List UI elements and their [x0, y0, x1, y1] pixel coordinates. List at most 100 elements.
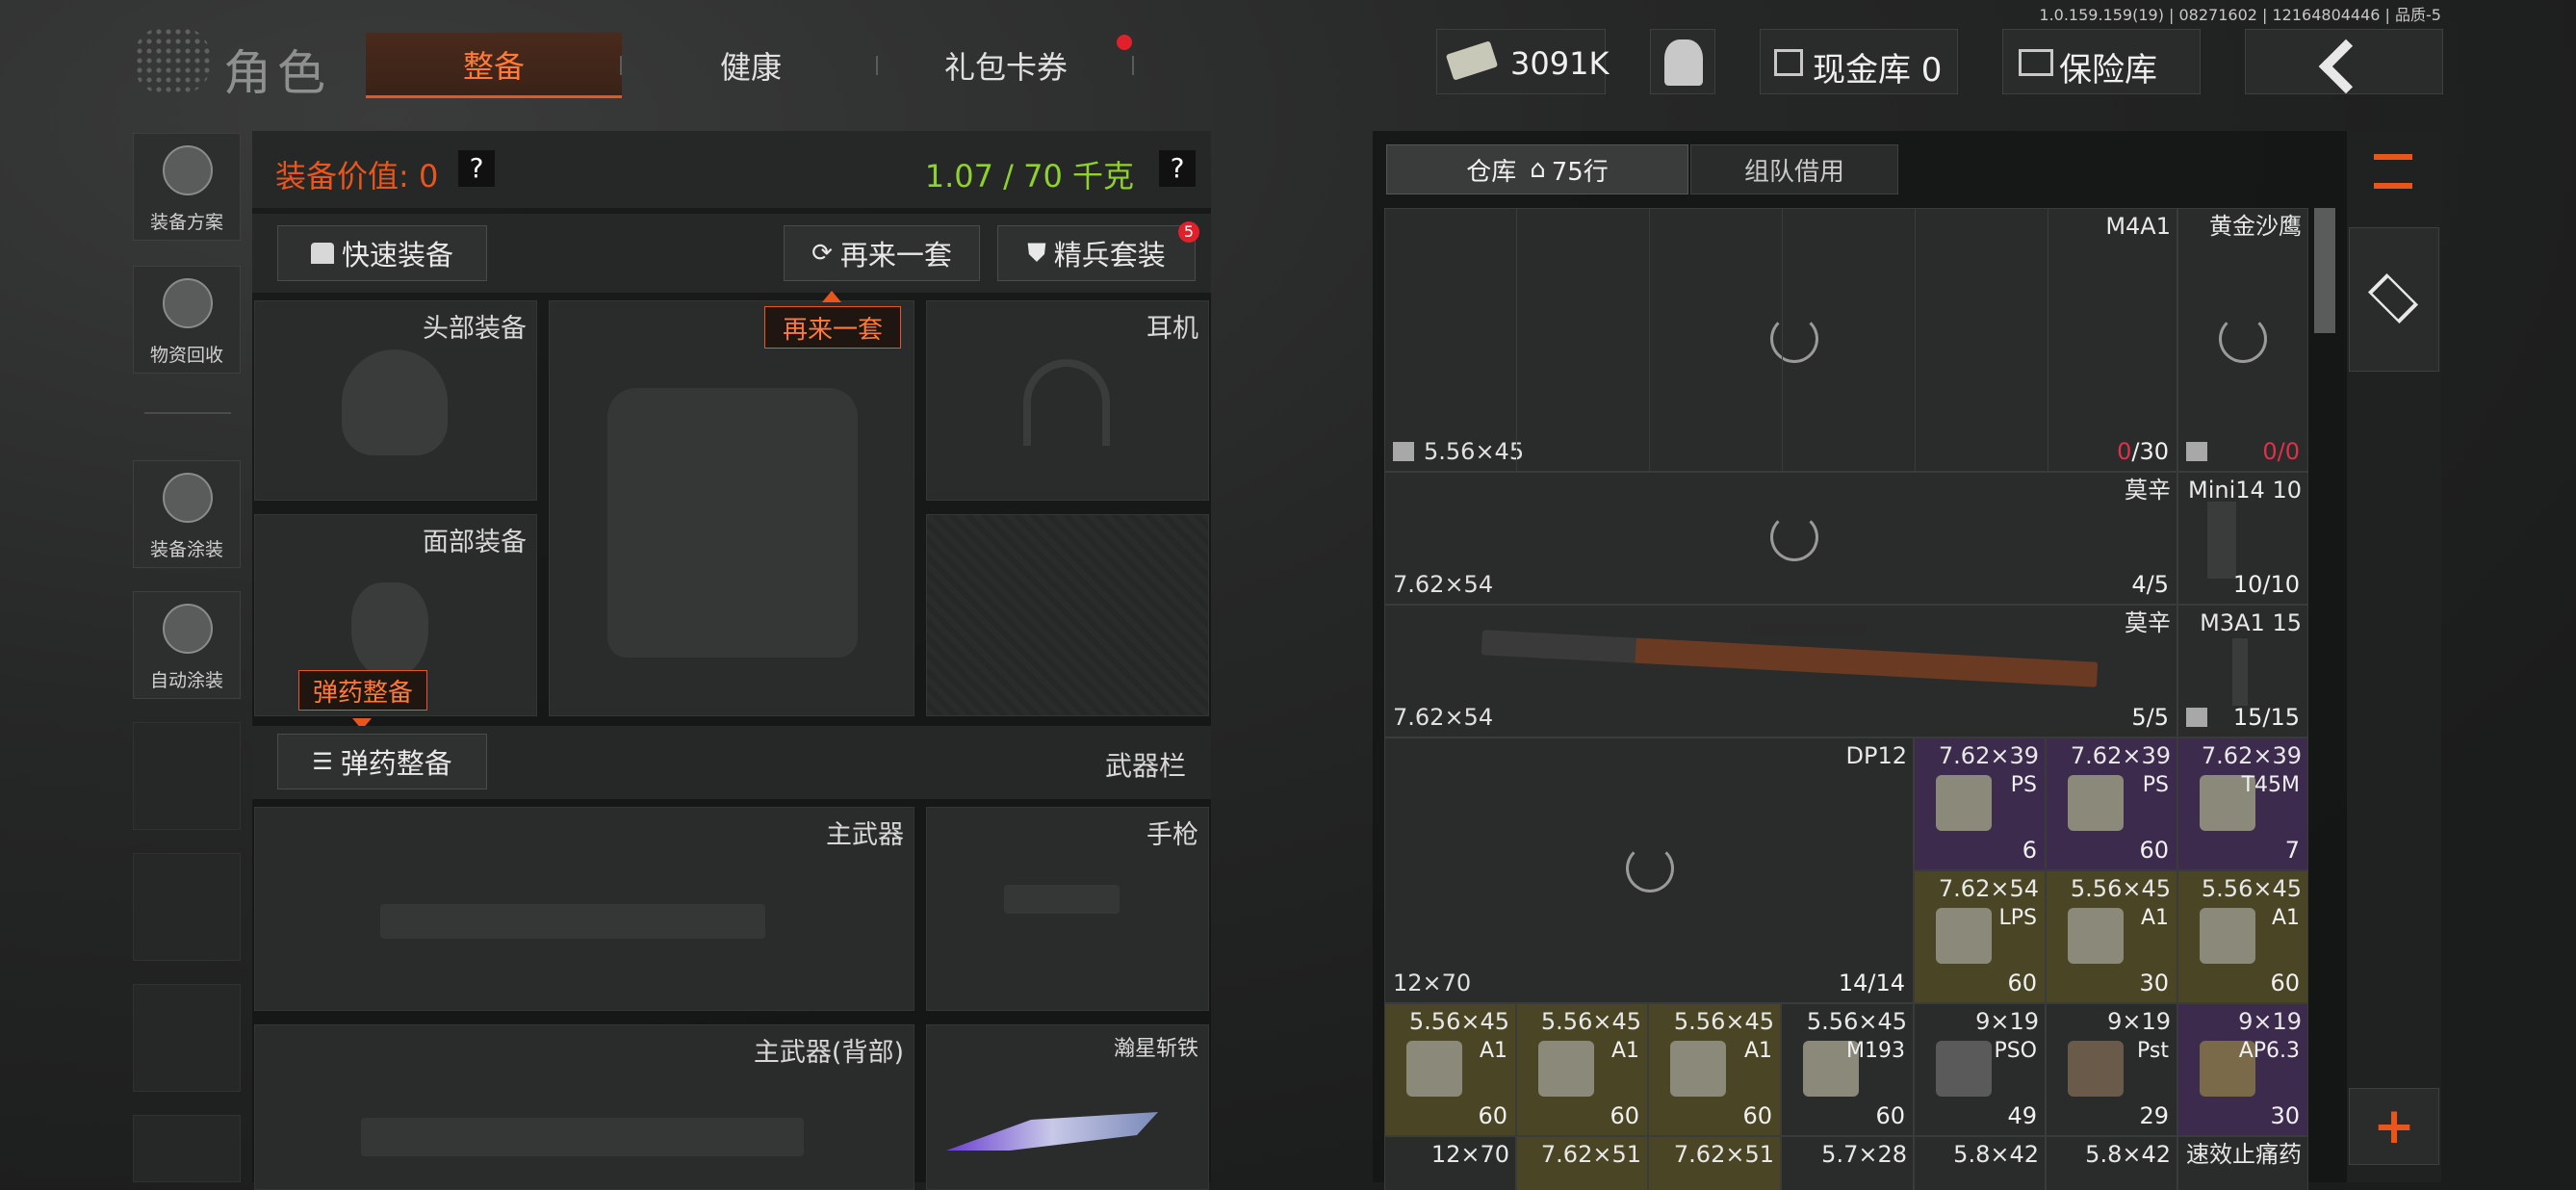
ammo-icon: [1670, 1041, 1726, 1097]
partial-item[interactable]: 7.62×51: [1648, 1136, 1781, 1190]
primary-weapon-slot[interactable]: 主武器: [254, 807, 914, 1011]
cash-storage-button[interactable]: 现金库 0: [1760, 29, 1958, 94]
ammo-item[interactable]: 5.56×45 A1 60: [1516, 1003, 1648, 1136]
sidebar-item-recycle[interactable]: 物资回收: [133, 266, 241, 374]
mask-icon: [351, 582, 428, 679]
partial-item[interactable]: 5.7×28: [1781, 1136, 1914, 1190]
grid-line: [1915, 209, 1916, 473]
item-mosin[interactable]: 莫辛 7.62×54 5/5: [1384, 605, 2177, 737]
caliber-label: 7.62×54: [1393, 704, 1494, 731]
ammo-icon: [2068, 775, 2124, 831]
value-help-button[interactable]: ?: [458, 150, 495, 187]
ammo-item[interactable]: 9×19 PSO 49: [1914, 1003, 2046, 1136]
sidebar-item-loadout[interactable]: 装备方案: [133, 133, 241, 241]
item-m3a1-mag[interactable]: M3A1 15 15/15: [2177, 605, 2308, 737]
tab-divider: [620, 56, 622, 75]
ammo-count: 60: [2270, 970, 2300, 996]
ammo-caliber: 5.56×45: [1408, 1008, 1509, 1035]
reroll-button[interactable]: ⟳ 再来一套: [784, 225, 980, 281]
earphone-slot-label: 耳机: [1146, 314, 1198, 344]
ammo-icon: [1936, 1041, 1992, 1097]
ammo-prep-label: 弹药整备: [340, 747, 452, 780]
ammo-item[interactable]: 9×19 AP6.3 30: [2177, 1003, 2308, 1136]
ammo-item[interactable]: 5.56×45 M193 60: [1781, 1003, 1914, 1136]
elite-set-button[interactable]: ⛊ 精兵套装: [997, 225, 1196, 281]
add-button[interactable]: +: [2349, 1088, 2439, 1165]
sidebar-item-paint[interactable]: 装备涂装: [133, 460, 241, 568]
sort-button[interactable]: [2349, 135, 2439, 212]
head-slot[interactable]: 头部装备: [254, 300, 537, 501]
stack-button[interactable]: [2349, 227, 2439, 372]
partial-item[interactable]: 12×70: [1384, 1136, 1516, 1190]
rifle-icon: [361, 1118, 804, 1156]
ammo-icon: ☰: [312, 748, 333, 775]
ammo-item[interactable]: 5.56×45 A1 60: [1648, 1003, 1781, 1136]
ammo-item[interactable]: 9×19 Pst 29: [2046, 1003, 2177, 1136]
ammo-item[interactable]: 5.56×45 A1 30: [2046, 870, 2177, 1003]
sidebar-item-auto-paint[interactable]: 自动涂装: [133, 591, 241, 699]
ammo-count: 60: [2007, 970, 2037, 996]
ammo-item[interactable]: 5.56×45 A1 60: [2177, 870, 2308, 1003]
body-armor-slot[interactable]: [549, 300, 914, 716]
primary-back-slot[interactable]: 主武器(背部): [254, 1024, 914, 1190]
back-button[interactable]: [2245, 29, 2443, 94]
ammo-count: 60: [1742, 1102, 1772, 1129]
equipment-header: 装备价值: 0 ? 1.07 / 70 千克 ?: [252, 131, 1211, 208]
ammo-caliber: 7.62×39: [2070, 742, 2171, 769]
ammo-type: A1: [2271, 906, 2300, 930]
tab-equip[interactable]: 整备: [366, 33, 622, 98]
storage-scrollbar[interactable]: [2314, 208, 2335, 333]
vault-button[interactable]: 保险库: [2002, 29, 2201, 94]
loadout-icon: [163, 145, 213, 195]
ammo-type: LPS: [1998, 906, 2038, 930]
trader-button[interactable]: [1650, 29, 1715, 94]
earphone-slot[interactable]: 耳机: [926, 300, 1209, 501]
ammo-item[interactable]: 7.62×39 T45M 7: [2177, 737, 2308, 870]
quick-equip-button[interactable]: 快速装备: [277, 225, 487, 281]
melee-slot-label: 瀚星斩铁: [1113, 1037, 1198, 1061]
item-mosin[interactable]: 莫辛 7.62×54 4/5: [1384, 472, 2177, 605]
box-icon: [1393, 442, 1414, 461]
logo-icon: [135, 27, 210, 94]
item-mini14-mag[interactable]: Mini14 10 10/10: [2177, 472, 2308, 605]
ammo-item[interactable]: 7.62×39 PS 60: [2046, 737, 2177, 870]
ammo-prep-button[interactable]: ☰ 弹药整备: [277, 734, 487, 789]
tab-gift[interactable]: 礼包卡券: [886, 33, 1126, 98]
ammo-count: 49: [2007, 1102, 2037, 1129]
partial-item[interactable]: 7.62×51: [1516, 1136, 1648, 1190]
layers-icon: [2367, 272, 2419, 324]
ammo-caliber: 5.56×45: [2201, 875, 2302, 902]
loading-icon: [2219, 315, 2267, 363]
partial-item[interactable]: 5.8×42: [1914, 1136, 2046, 1190]
money-display[interactable]: 3091K: [1436, 29, 1610, 94]
item-m4a1[interactable]: M4A1 5.56×45 0/30: [1384, 208, 2177, 473]
ammo-item[interactable]: 5.56×45 A1 60: [1384, 1003, 1516, 1136]
money-value: 3091K: [1510, 45, 1610, 82]
sidebar-empty-slot: [133, 1115, 241, 1182]
item-name: M3A1 15: [2200, 609, 2302, 636]
item-golden-deagle[interactable]: 黄金沙鹰 0/0: [2177, 208, 2308, 472]
partial-item[interactable]: 5.8×42: [2046, 1136, 2177, 1190]
partial-item[interactable]: 速效止痛药: [2177, 1136, 2308, 1190]
tab-divider: [1132, 56, 1134, 75]
weight-help-button[interactable]: ?: [1159, 150, 1196, 187]
auto-paint-icon: [163, 604, 213, 654]
ammo-caliber: 9×19: [2107, 1008, 2171, 1035]
ammo-item[interactable]: 7.62×39 PS 6: [1914, 737, 2046, 870]
ammo-item[interactable]: 7.62×54 LPS 60: [1914, 870, 2046, 1003]
tab-storage[interactable]: 仓库 ⌂ 75行: [1386, 144, 1688, 194]
item-dp12[interactable]: DP12 12×70 14/14: [1384, 737, 1914, 1003]
refresh-icon: ⟳: [811, 239, 833, 268]
tab-health[interactable]: 健康: [635, 33, 866, 98]
tab-team[interactable]: 组队借用: [1690, 144, 1898, 194]
item-name: 5.7×28: [1821, 1141, 1907, 1168]
ammo-icon: [2200, 908, 2255, 964]
tab-rows-label: 75行: [1551, 157, 1609, 187]
ammo-caliber: 9×19: [2238, 1008, 2302, 1035]
item-name: 5.8×42: [2085, 1141, 2171, 1168]
primary-back-label: 主武器(背部): [753, 1038, 904, 1068]
melee-slot[interactable]: 瀚星斩铁: [926, 1024, 1209, 1190]
pistol-slot[interactable]: 手枪: [926, 807, 1209, 1011]
cash-icon: [1445, 40, 1499, 81]
box-icon: [2186, 708, 2207, 727]
